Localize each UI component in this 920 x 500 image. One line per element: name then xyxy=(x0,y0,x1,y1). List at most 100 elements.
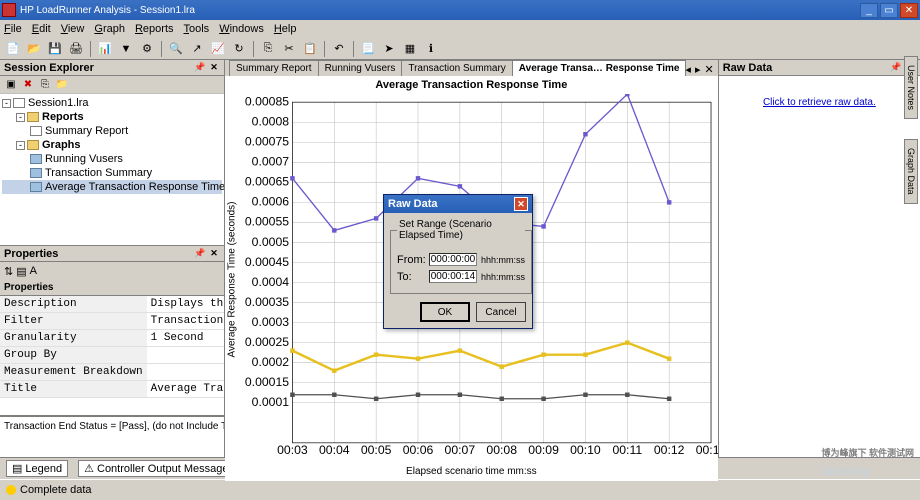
chart-icon[interactable]: 📊 xyxy=(96,40,114,58)
new-icon[interactable]: 📄 xyxy=(4,40,22,58)
x-axis-label: Elapsed scenario time mm:ss xyxy=(225,464,718,481)
undo-icon[interactable]: ↶ xyxy=(330,40,348,58)
export-icon[interactable]: ↗ xyxy=(188,40,206,58)
menu-edit[interactable]: Edit xyxy=(32,23,51,35)
tab-avg[interactable]: Average Transa… Response Time xyxy=(512,60,687,76)
props-pin-icon[interactable]: 📌 xyxy=(194,248,206,260)
info-icon[interactable]: ℹ xyxy=(422,40,440,58)
svg-text:0.00025: 0.00025 xyxy=(245,335,289,349)
arrow-icon[interactable]: ➤ xyxy=(380,40,398,58)
open-icon[interactable]: 📂 xyxy=(25,40,43,58)
svg-text:00:07: 00:07 xyxy=(445,443,476,457)
status-icon xyxy=(6,485,16,495)
tree-summary-report[interactable]: Summary Report xyxy=(45,125,128,137)
props-cat-icon[interactable]: ▤ xyxy=(16,265,26,278)
controller-output-tab[interactable]: ⚠Controller Output Messages xyxy=(78,460,240,477)
tab-txn[interactable]: Transaction Summary xyxy=(401,60,512,76)
session-tree[interactable]: -Session1.lra -Reports Summary Report -G… xyxy=(0,94,224,245)
svg-text:00:09: 00:09 xyxy=(528,443,559,457)
zoom-icon[interactable]: 🔍 xyxy=(167,40,185,58)
svg-text:0.0003: 0.0003 xyxy=(252,315,290,329)
menu-bar: File Edit View Graph Reports Tools Windo… xyxy=(0,20,920,38)
side-tab-user-notes[interactable]: User Notes xyxy=(904,56,918,119)
menu-windows[interactable]: Windows xyxy=(219,23,264,35)
legend-tab[interactable]: ▤Legend xyxy=(6,460,68,477)
legend-icon: ▤ xyxy=(12,462,22,475)
graph-icon[interactable]: 📈 xyxy=(209,40,227,58)
svg-text:0.0008: 0.0008 xyxy=(252,115,290,129)
tree-del-icon[interactable]: ✖ xyxy=(21,78,35,92)
minimize-button[interactable]: _ xyxy=(860,3,878,18)
svg-text:0.00075: 0.00075 xyxy=(245,135,289,149)
tab-prev-icon[interactable]: ◂ xyxy=(685,63,691,76)
session-explorer-title: Session Explorer xyxy=(4,62,94,74)
ok-button[interactable]: OK xyxy=(420,302,470,322)
maximize-button[interactable]: ▭ xyxy=(880,3,898,18)
tool-icon[interactable]: ⚙ xyxy=(138,40,156,58)
menu-tools[interactable]: Tools xyxy=(184,23,210,35)
copy-icon[interactable]: ⎘ xyxy=(259,40,277,58)
props-close-icon[interactable]: ✕ xyxy=(208,248,220,260)
tab-vusers[interactable]: Running Vusers xyxy=(318,60,403,76)
from-hint: hhh:mm:ss xyxy=(481,255,525,265)
doc-icon[interactable]: 📃 xyxy=(359,40,377,58)
tab-next-icon[interactable]: ▸ xyxy=(695,63,701,76)
session-explorer-header: Session Explorer 📌 ✕ xyxy=(0,60,224,76)
svg-text:0.00065: 0.00065 xyxy=(245,175,289,189)
properties-header: Properties 📌 ✕ xyxy=(0,246,224,262)
dialog-close-icon[interactable]: ✕ xyxy=(514,197,528,211)
raw-pin-icon[interactable]: 📌 xyxy=(890,62,902,74)
tree-avg-txn-rt[interactable]: Average Transaction Response Time xyxy=(45,181,224,193)
tree-graphs[interactable]: Graphs xyxy=(42,139,81,151)
tree-folder-icon[interactable]: 📁 xyxy=(55,78,69,92)
svg-text:0.0001: 0.0001 xyxy=(252,395,290,409)
dialog-legend: Set Range (Scenario Elapsed Time) xyxy=(397,219,525,241)
cancel-button[interactable]: Cancel xyxy=(476,302,526,322)
tree-txn-summary[interactable]: Transaction Summary xyxy=(45,167,152,179)
tree-root[interactable]: Session1.lra xyxy=(28,97,89,109)
pin-icon[interactable]: 📌 xyxy=(194,62,206,74)
tree-add-icon[interactable]: ▣ xyxy=(4,78,18,92)
title-bar: HP LoadRunner Analysis - Session1.lra _ … xyxy=(0,0,920,20)
tree-running-vusers[interactable]: Running Vusers xyxy=(45,153,123,165)
save-icon[interactable]: 💾 xyxy=(46,40,64,58)
to-input[interactable] xyxy=(429,270,477,283)
tab-close-icon[interactable]: ✕ xyxy=(704,63,713,76)
sheet-icon[interactable]: ▦ xyxy=(401,40,419,58)
menu-reports[interactable]: Reports xyxy=(135,23,174,35)
menu-graph[interactable]: Graph xyxy=(94,23,125,35)
properties-grid[interactable]: Properties DescriptionDisplays the avera… xyxy=(0,280,224,415)
to-hint: hhh:mm:ss xyxy=(481,272,525,282)
props-sort-icon[interactable]: ⇅ xyxy=(4,265,13,278)
menu-file[interactable]: File xyxy=(4,23,22,35)
to-label: To: xyxy=(397,271,425,283)
output-icon: ⚠ xyxy=(84,462,94,475)
tab-summary[interactable]: Summary Report xyxy=(229,60,319,76)
print-icon[interactable]: 🖨 xyxy=(67,40,85,58)
status-bar: Complete data xyxy=(0,479,920,499)
pane-close-icon[interactable]: ✕ xyxy=(208,62,220,74)
side-tab-graph-data[interactable]: Graph Data xyxy=(904,139,918,204)
cut-icon[interactable]: ✂ xyxy=(280,40,298,58)
status-text: Complete data xyxy=(20,484,92,496)
graph-tabs: Summary Report Running Vusers Transactio… xyxy=(225,60,718,76)
toolbar: 📄 📂 💾 🖨 📊 ▼ ⚙ 🔍 ↗ 📈 ↻ ⎘ ✂ 📋 ↶ 📃 ➤ ▦ ℹ xyxy=(0,38,920,60)
close-button[interactable]: ✕ xyxy=(900,3,918,18)
raw-data-header: Raw Data 📌 ✕ xyxy=(719,60,920,76)
svg-text:0.0002: 0.0002 xyxy=(252,355,290,369)
refresh-icon[interactable]: ↻ xyxy=(230,40,248,58)
svg-text:00:08: 00:08 xyxy=(486,443,517,457)
tree-copy-icon[interactable]: ⎘ xyxy=(38,78,52,92)
svg-text:00:12: 00:12 xyxy=(654,443,685,457)
from-input[interactable] xyxy=(429,253,477,266)
svg-text:0.0005: 0.0005 xyxy=(252,235,290,249)
svg-text:0.00015: 0.00015 xyxy=(245,375,289,389)
filter-icon[interactable]: ▼ xyxy=(117,40,135,58)
paste-icon[interactable]: 📋 xyxy=(301,40,319,58)
menu-view[interactable]: View xyxy=(61,23,85,35)
tree-reports[interactable]: Reports xyxy=(42,111,84,123)
props-alpha-icon[interactable]: A xyxy=(30,265,37,277)
retrieve-raw-data-link[interactable]: Click to retrieve raw data. xyxy=(763,97,876,108)
svg-text:00:10: 00:10 xyxy=(570,443,601,457)
menu-help[interactable]: Help xyxy=(274,23,297,35)
